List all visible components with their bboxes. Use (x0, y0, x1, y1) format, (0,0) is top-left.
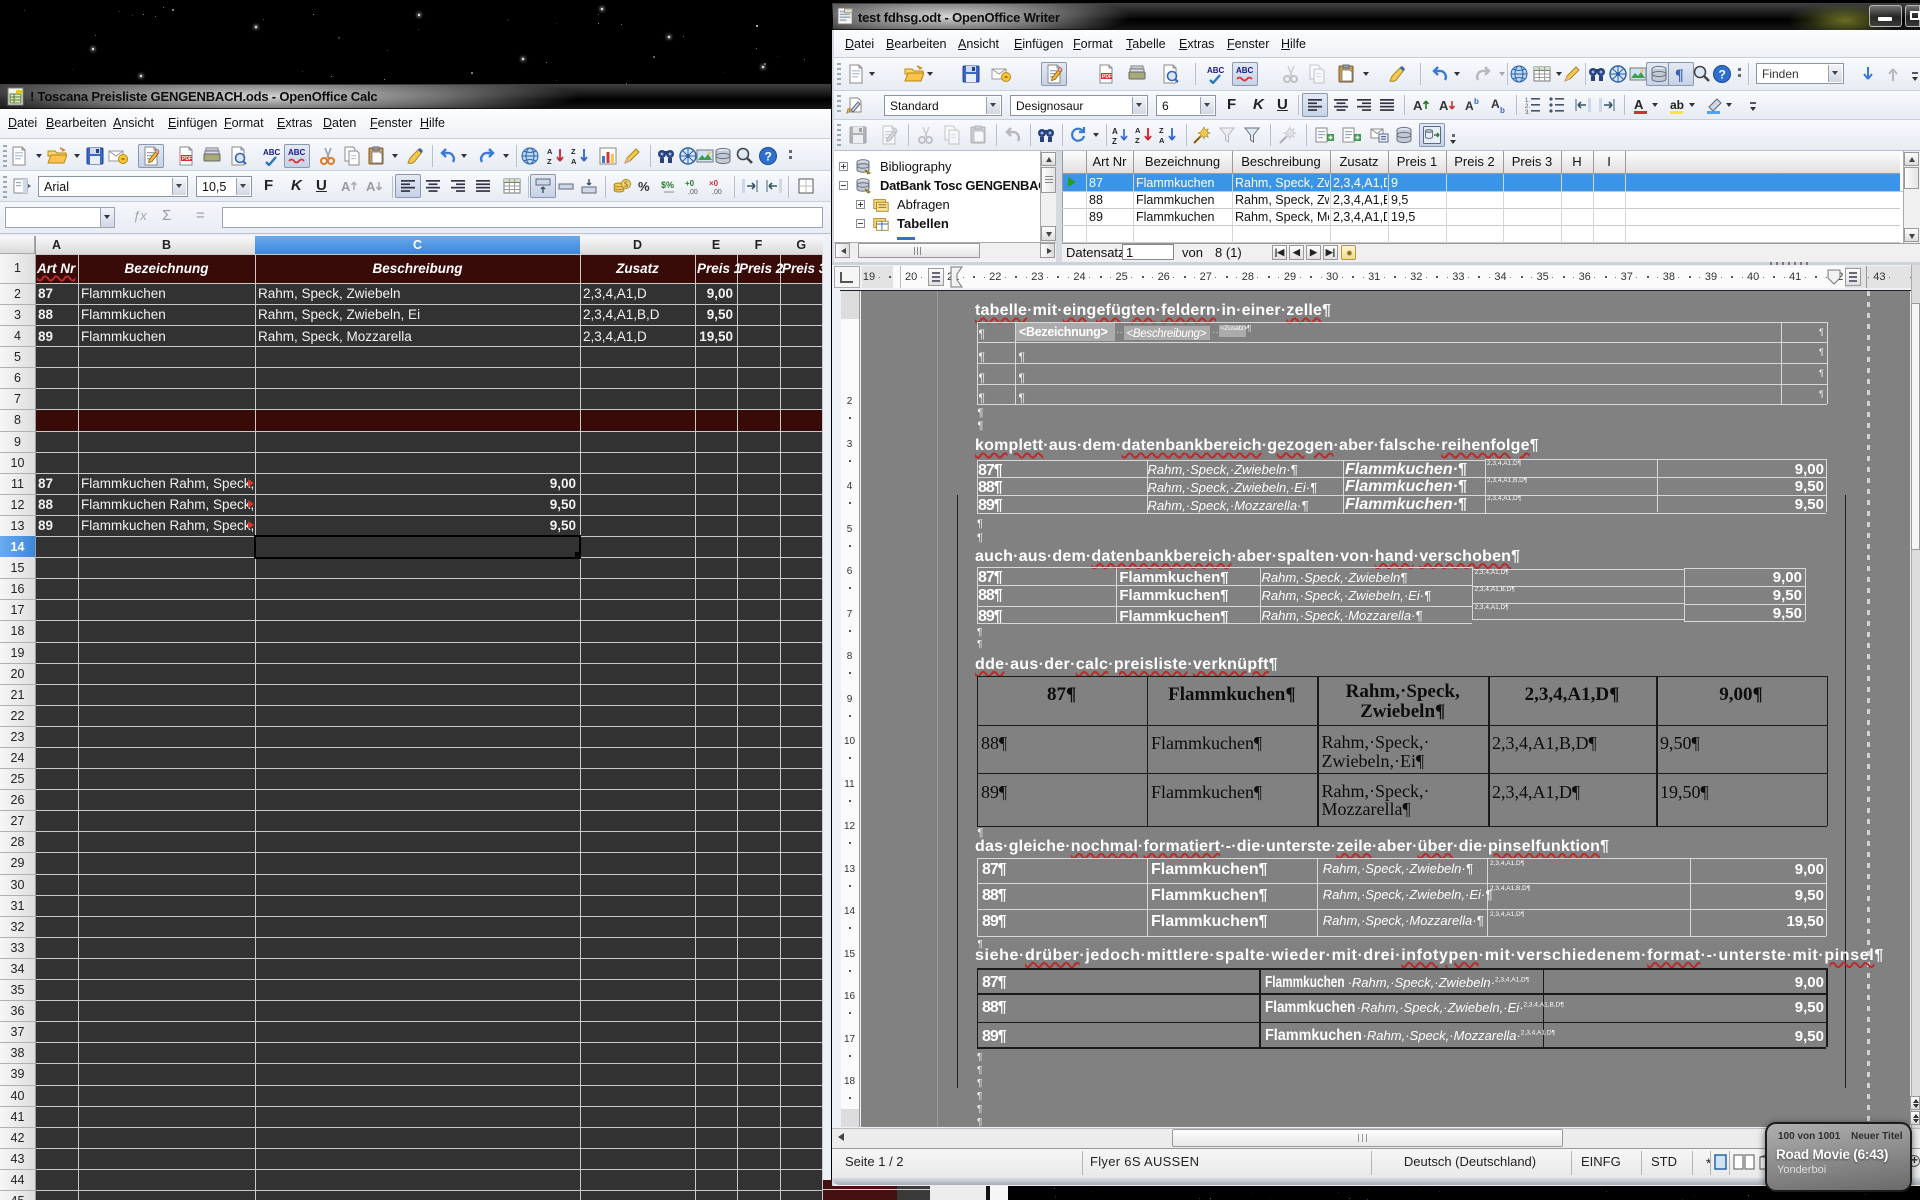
svg-text:,00: ,00 (712, 189, 722, 196)
svg-text:Z: Z (547, 157, 552, 166)
svg-text:$: $ (624, 180, 628, 189)
svg-text:ABC: ABC (1236, 66, 1254, 75)
svg-text:A: A (1634, 97, 1644, 112)
svg-text:A: A (1413, 98, 1423, 113)
svg-text:A: A (1491, 97, 1500, 111)
svg-text:?: ? (1719, 68, 1726, 82)
svg-text:A: A (1112, 127, 1118, 136)
svg-text:¶: ¶ (1675, 67, 1684, 84)
svg-text:Z: Z (1159, 126, 1164, 135)
svg-text:A: A (571, 157, 577, 166)
svg-text:PDF: PDF (1102, 74, 1112, 80)
svg-text:×0: ×0 (709, 179, 719, 188)
svg-text:$%: $% (661, 180, 674, 190)
svg-text:+0: +0 (685, 179, 695, 188)
svg-text:ABC: ABC (288, 148, 306, 157)
svg-text:ab: ab (1670, 98, 1684, 112)
svg-text:A: A (1439, 98, 1449, 113)
svg-text:A: A (547, 147, 553, 156)
svg-text:A: A (1159, 136, 1165, 145)
svg-text:3.: 3. (1525, 110, 1530, 115)
svg-text:A: A (341, 179, 351, 194)
svg-text:?: ? (765, 150, 772, 164)
svg-text:Z: Z (571, 147, 576, 156)
svg-text:ABC: ABC (263, 148, 281, 157)
svg-text:%: % (638, 179, 650, 194)
svg-text:A: A (1465, 99, 1474, 113)
svg-text:A: A (1135, 126, 1141, 135)
svg-text:b: b (1500, 106, 1505, 115)
svg-text:,00: ,00 (688, 189, 698, 196)
svg-text:Z: Z (1112, 137, 1117, 145)
svg-text:A: A (366, 179, 376, 194)
svg-text:PDF: PDF (182, 156, 192, 162)
svg-text:Z: Z (1135, 136, 1140, 145)
svg-text:ABC: ABC (1207, 66, 1225, 75)
svg-text:b: b (1474, 97, 1479, 106)
